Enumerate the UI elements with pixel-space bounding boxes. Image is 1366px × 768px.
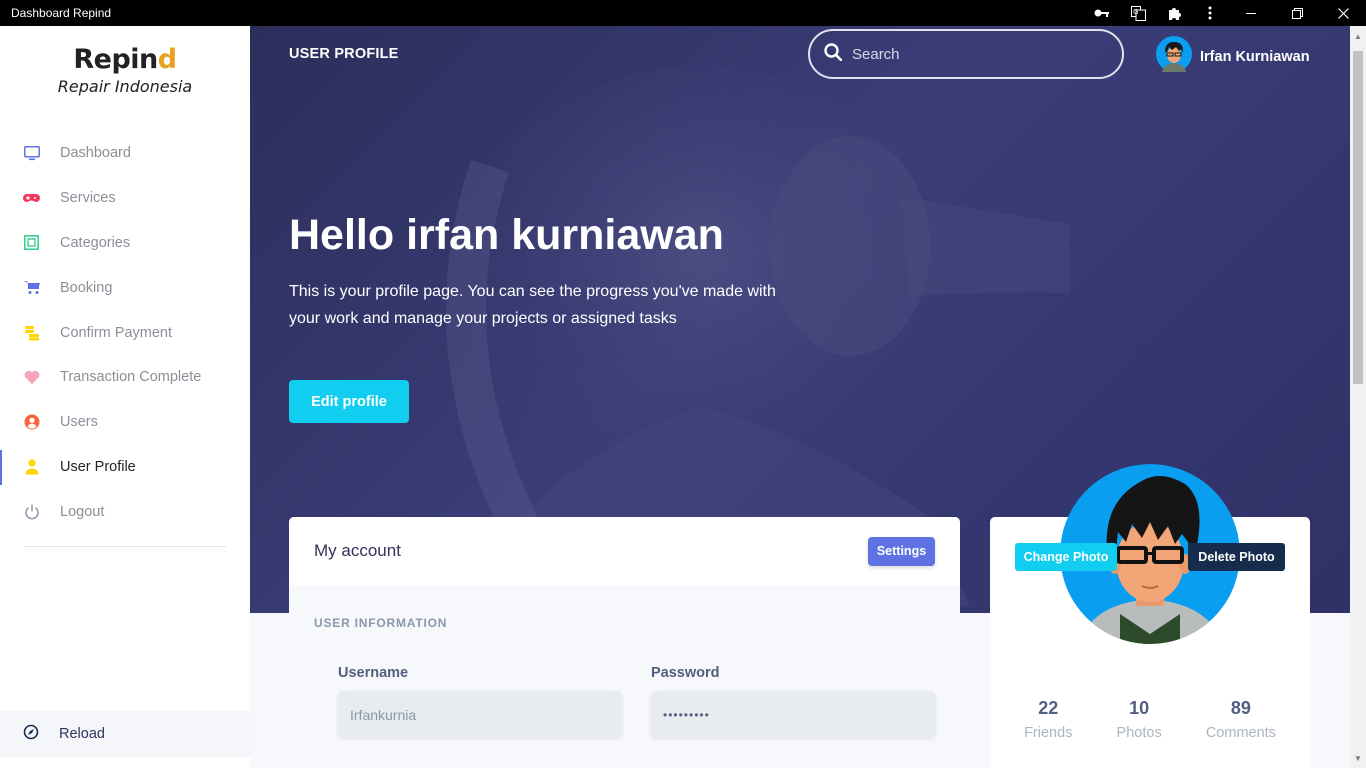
power-icon	[23, 503, 40, 520]
key-icon[interactable]	[1084, 0, 1120, 26]
monitor-icon	[23, 145, 40, 162]
password-label: Password	[651, 665, 720, 681]
greeting-intro: This is your profile page. You can see t…	[289, 283, 776, 327]
reload-button[interactable]: Reload	[0, 711, 250, 757]
sidebar-item-user-profile[interactable]: User Profile	[0, 445, 250, 490]
sidebar-divider	[24, 546, 226, 547]
page-title[interactable]: USER PROFILE	[289, 46, 399, 62]
coins-icon	[23, 324, 40, 341]
close-icon[interactable]	[1320, 0, 1366, 26]
sidebar-nav: Dashboard Services Categories Booking Co…	[0, 131, 250, 534]
reload-label: Reload	[59, 726, 105, 742]
username-field[interactable]: Irfankurnia	[338, 691, 622, 738]
sidebar-item-services[interactable]: Services	[0, 176, 250, 221]
sidebar-item-transaction-complete[interactable]: Transaction Complete	[0, 355, 250, 400]
sidebar-item-categories[interactable]: Categories	[0, 221, 250, 266]
stat-photos: 10 Photos	[1117, 698, 1162, 741]
grid-icon	[23, 234, 40, 251]
main-content: USER PROFILE Irfan Kurniawan Hello irfa	[250, 26, 1350, 768]
scroll-up-icon[interactable]: ▲	[1350, 28, 1366, 44]
account-title: My account	[314, 541, 401, 560]
profile-stats: 22 Friends 10 Photos 89 Comments	[990, 698, 1310, 741]
stat-value: 89	[1230, 698, 1251, 718]
scroll-down-icon[interactable]: ▼	[1350, 750, 1366, 766]
stat-label: Friends	[1024, 725, 1073, 741]
change-photo-button[interactable]: Change Photo	[1015, 543, 1117, 571]
svg-text:G: G	[1133, 8, 1138, 16]
avatar	[1156, 36, 1192, 77]
user-name: Irfan Kurniawan	[1200, 48, 1310, 65]
sidebar: Repind Repair Indonesia Dashboard Servic…	[0, 26, 250, 768]
brand-subtitle: Repair Indonesia	[57, 77, 193, 96]
search-box[interactable]	[808, 29, 1124, 79]
sidebar-item-dashboard[interactable]: Dashboard	[0, 131, 250, 176]
sidebar-item-label: Services	[60, 190, 116, 207]
stat-value: 22	[1038, 698, 1059, 718]
sidebar-item-label: Transaction Complete	[60, 369, 202, 386]
section-label: USER INFORMATION	[314, 616, 448, 630]
heart-icon	[23, 369, 40, 386]
brand-name: Repind	[73, 44, 177, 75]
extension-icon[interactable]	[1156, 0, 1192, 26]
password-field[interactable]: •••••••••	[651, 691, 935, 738]
search-input[interactable]	[852, 45, 1092, 63]
sidebar-item-label: Confirm Payment	[60, 324, 173, 341]
stat-label: Photos	[1116, 725, 1162, 741]
rocket-icon	[23, 724, 39, 745]
window-titlebar: Dashboard Repind G	[0, 0, 1366, 26]
brand-logo[interactable]: Repind Repair Indonesia	[0, 44, 250, 96]
cart-icon	[23, 279, 40, 296]
edit-profile-button[interactable]: Edit profile	[289, 380, 409, 423]
stat-value: 10	[1129, 698, 1150, 718]
sidebar-item-label: Logout	[60, 503, 105, 520]
sidebar-item-label: Dashboard	[60, 145, 131, 162]
sidebar-item-users[interactable]: Users	[0, 400, 250, 445]
minimize-icon[interactable]	[1228, 0, 1274, 26]
settings-button[interactable]: Settings	[868, 536, 935, 566]
restore-icon[interactable]	[1274, 0, 1320, 26]
more-icon[interactable]	[1192, 0, 1228, 26]
search-icon	[824, 42, 843, 66]
sidebar-item-label: User Profile	[60, 458, 136, 475]
person-icon	[23, 458, 40, 475]
sidebar-item-booking[interactable]: Booking	[0, 265, 250, 310]
sidebar-item-confirm-payment[interactable]: Confirm Payment	[0, 310, 250, 355]
account-card-header: My account Settings	[289, 517, 960, 585]
sidebar-item-label: Categories	[60, 234, 131, 251]
stat-label: Comments	[1205, 725, 1276, 741]
translate-icon[interactable]: G	[1120, 0, 1156, 26]
stat-comments: 89 Comments	[1206, 698, 1276, 741]
window-title: Dashboard Repind	[11, 6, 112, 20]
user-menu[interactable]: Irfan Kurniawan	[1156, 36, 1310, 77]
stat-friends: 22 Friends	[1024, 698, 1072, 741]
sidebar-item-logout[interactable]: Logout	[0, 489, 250, 534]
delete-photo-button[interactable]: Delete Photo	[1188, 543, 1285, 571]
vertical-scrollbar[interactable]: ▲ ▼	[1350, 26, 1366, 768]
gamepad-icon	[23, 190, 40, 207]
greeting-heading: Hello irfan kurniawan	[289, 211, 724, 259]
username-label: Username	[338, 665, 409, 681]
sidebar-item-label: Booking	[60, 279, 113, 296]
account-card: My account Settings USER INFORMATION Use…	[289, 517, 960, 768]
sidebar-item-label: Users	[60, 414, 98, 431]
user-circle-icon	[23, 414, 40, 431]
scrollbar-thumb[interactable]	[1353, 51, 1363, 384]
